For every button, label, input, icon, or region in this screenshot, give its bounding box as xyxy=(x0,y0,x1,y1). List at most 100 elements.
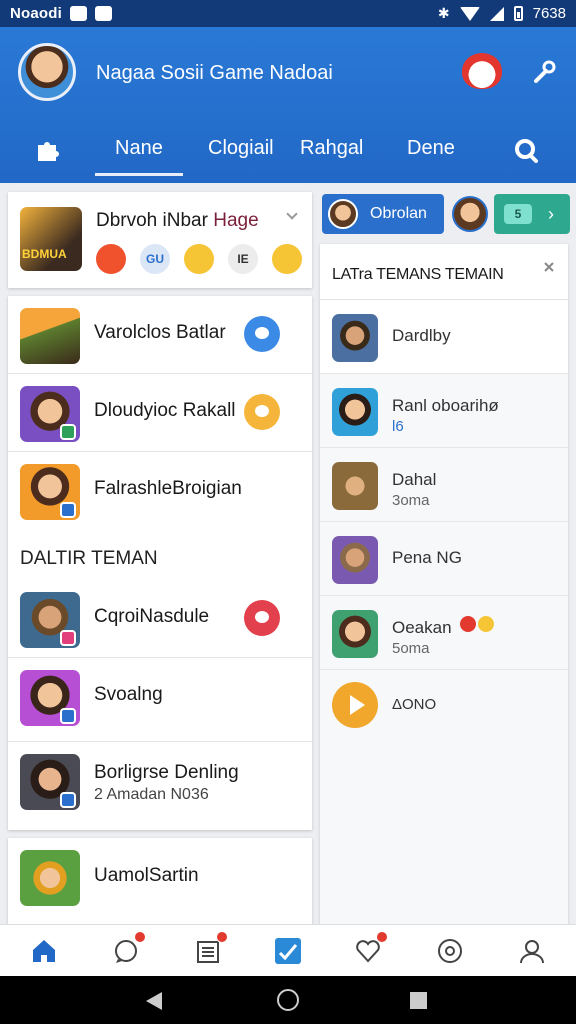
game-list: Varolclos Batlar Dloudyioc Rakall Falras… xyxy=(8,296,312,830)
app-header: Nagaa Sosii Game Nadoai Nane Clogiail Ra… xyxy=(0,27,576,183)
next-chip[interactable]: 5 › xyxy=(494,194,570,234)
item-name: Varolclos Batlar xyxy=(94,322,226,343)
chevron-right-icon: › xyxy=(548,204,554,224)
friend-name: Dahal xyxy=(392,470,437,489)
profile-avatar[interactable] xyxy=(18,43,76,101)
status-bar: Noaodi ✱ 7638 xyxy=(0,0,576,27)
image-notification-icon xyxy=(70,6,88,21)
chat-bubble-icon[interactable] xyxy=(244,316,280,352)
tab-nane[interactable]: Nane xyxy=(95,137,183,176)
item-subtitle: 2 Amadan N036 xyxy=(94,786,209,803)
status-badge xyxy=(60,792,76,808)
tab-dene[interactable]: Dene xyxy=(407,137,455,160)
recent-apps-icon[interactable] xyxy=(410,992,427,1009)
featured-title-tail: Hage xyxy=(213,210,259,231)
thumbnail-caption: BDMUA xyxy=(22,247,67,261)
avatar xyxy=(328,199,358,229)
count-badge: 5 xyxy=(504,204,532,224)
red-face-emoji-icon[interactable] xyxy=(96,244,126,274)
item-name: FalrashleBroigian xyxy=(94,478,242,499)
friend-avatar xyxy=(332,610,378,658)
item-name: Borligrse Denling xyxy=(94,762,239,783)
tab-rahgal[interactable]: Rahgal xyxy=(300,137,363,160)
label-emoji-icon[interactable]: IE xyxy=(228,244,258,274)
status-badge xyxy=(60,502,76,518)
panel-title: LATra TEMANS TEMAIN xyxy=(332,266,504,283)
chevron-down-icon[interactable] xyxy=(286,208,298,220)
tab-clogiail[interactable]: Clogiail xyxy=(208,137,274,160)
chip-row: Obrolan 5 › xyxy=(322,194,570,234)
list-item[interactable]: Varolclos Batlar xyxy=(8,296,312,374)
close-icon[interactable] xyxy=(544,262,554,272)
friend-name: Ranl oboarihø xyxy=(392,396,499,415)
notification-dot xyxy=(134,931,146,943)
puzzle-icon[interactable] xyxy=(34,137,62,163)
item-name: UamolSartin xyxy=(94,865,199,886)
back-icon[interactable] xyxy=(146,992,162,1010)
play-icon[interactable] xyxy=(332,682,378,728)
search-icon[interactable] xyxy=(512,137,540,165)
home-icon[interactable] xyxy=(30,937,58,965)
friend-avatar xyxy=(332,388,378,436)
friends-panel: LATra TEMANS TEMAIN Dardlby Ranl oboarih… xyxy=(320,244,568,924)
app-title: Nagaa Sosii Game Nadoai xyxy=(96,62,333,84)
friend-name: Pena NG xyxy=(392,548,462,567)
game-thumbnail xyxy=(20,308,80,364)
reaction-row: GU IE xyxy=(96,244,302,274)
carrier-label: Noaodi xyxy=(10,5,63,22)
wrench-icon[interactable] xyxy=(532,59,556,85)
avatar[interactable] xyxy=(452,196,488,232)
status-badge xyxy=(60,424,76,440)
friend-status: l6 xyxy=(392,418,404,435)
bottom-nav xyxy=(0,924,576,976)
battery-icon xyxy=(513,6,523,21)
notification-dot xyxy=(376,931,388,943)
globe-icon[interactable] xyxy=(436,937,464,965)
heart-icon[interactable] xyxy=(354,931,388,965)
chat-bubble-icon[interactable] xyxy=(244,394,280,430)
friend-avatar xyxy=(332,462,378,510)
list-item[interactable]: FalrashleBroigian xyxy=(8,452,312,530)
featured-title: Dbrvoh iNbar Hage xyxy=(96,210,259,232)
calendar-icon[interactable] xyxy=(194,931,228,965)
yellow-face-emoji-icon[interactable] xyxy=(184,244,214,274)
chat-icon[interactable] xyxy=(112,931,146,965)
status-badge xyxy=(60,630,76,646)
list-item[interactable]: Borligrse Denling 2 Amadan N036 xyxy=(8,742,312,828)
friend-item[interactable]: Ranl oboarihø l6 xyxy=(320,374,568,448)
list-item[interactable]: CqroiNasdule xyxy=(8,580,312,658)
featured-card[interactable]: BDMUA Dbrvoh iNbar Hage GU IE xyxy=(8,192,312,288)
bluetooth-icon: ✱ xyxy=(437,5,450,21)
status-badge xyxy=(60,708,76,724)
friend-name: ΔONO xyxy=(392,696,437,713)
list-item[interactable]: Svoalng xyxy=(8,658,312,742)
chat-bubble-icon[interactable] xyxy=(244,600,280,636)
friend-item[interactable]: Dahal 3oma xyxy=(320,448,568,522)
smile-emoji-icon[interactable] xyxy=(272,244,302,274)
notification-dot xyxy=(216,931,228,943)
list-item[interactable]: UamolSartin xyxy=(8,838,312,924)
item-name: CqroiNasdule xyxy=(94,606,210,627)
tab-bar: Nane Clogiail Rahgal Dene xyxy=(0,127,576,179)
friend-avatar xyxy=(332,314,378,362)
emoji-icon xyxy=(460,616,476,632)
friend-item[interactable]: Oeakan 5oma xyxy=(320,596,568,670)
featured-title-main: Dbrvoh iNbar xyxy=(96,210,208,231)
twitter-icon[interactable] xyxy=(274,937,302,965)
app-notification-icon xyxy=(95,6,113,21)
item-name: Svoalng xyxy=(94,684,163,705)
friend-item[interactable]: ΔONO xyxy=(320,670,568,744)
friend-item[interactable]: Pena NG xyxy=(320,522,568,596)
emoji-icon xyxy=(478,616,494,632)
signal-icon xyxy=(489,6,504,21)
friend-item[interactable]: Dardlby xyxy=(320,300,568,374)
home-button-icon[interactable] xyxy=(277,989,299,1011)
clock: 7638 xyxy=(532,5,566,22)
chat-chip[interactable]: Obrolan xyxy=(322,194,444,234)
list-item[interactable]: Dloudyioc Rakall xyxy=(8,374,312,452)
mascot-icon[interactable] xyxy=(462,53,502,89)
blue-face-emoji-icon[interactable]: GU xyxy=(140,244,170,274)
featured-thumbnail: BDMUA xyxy=(20,207,82,271)
profile-icon[interactable] xyxy=(518,937,546,965)
chip-label: Obrolan xyxy=(370,205,427,222)
